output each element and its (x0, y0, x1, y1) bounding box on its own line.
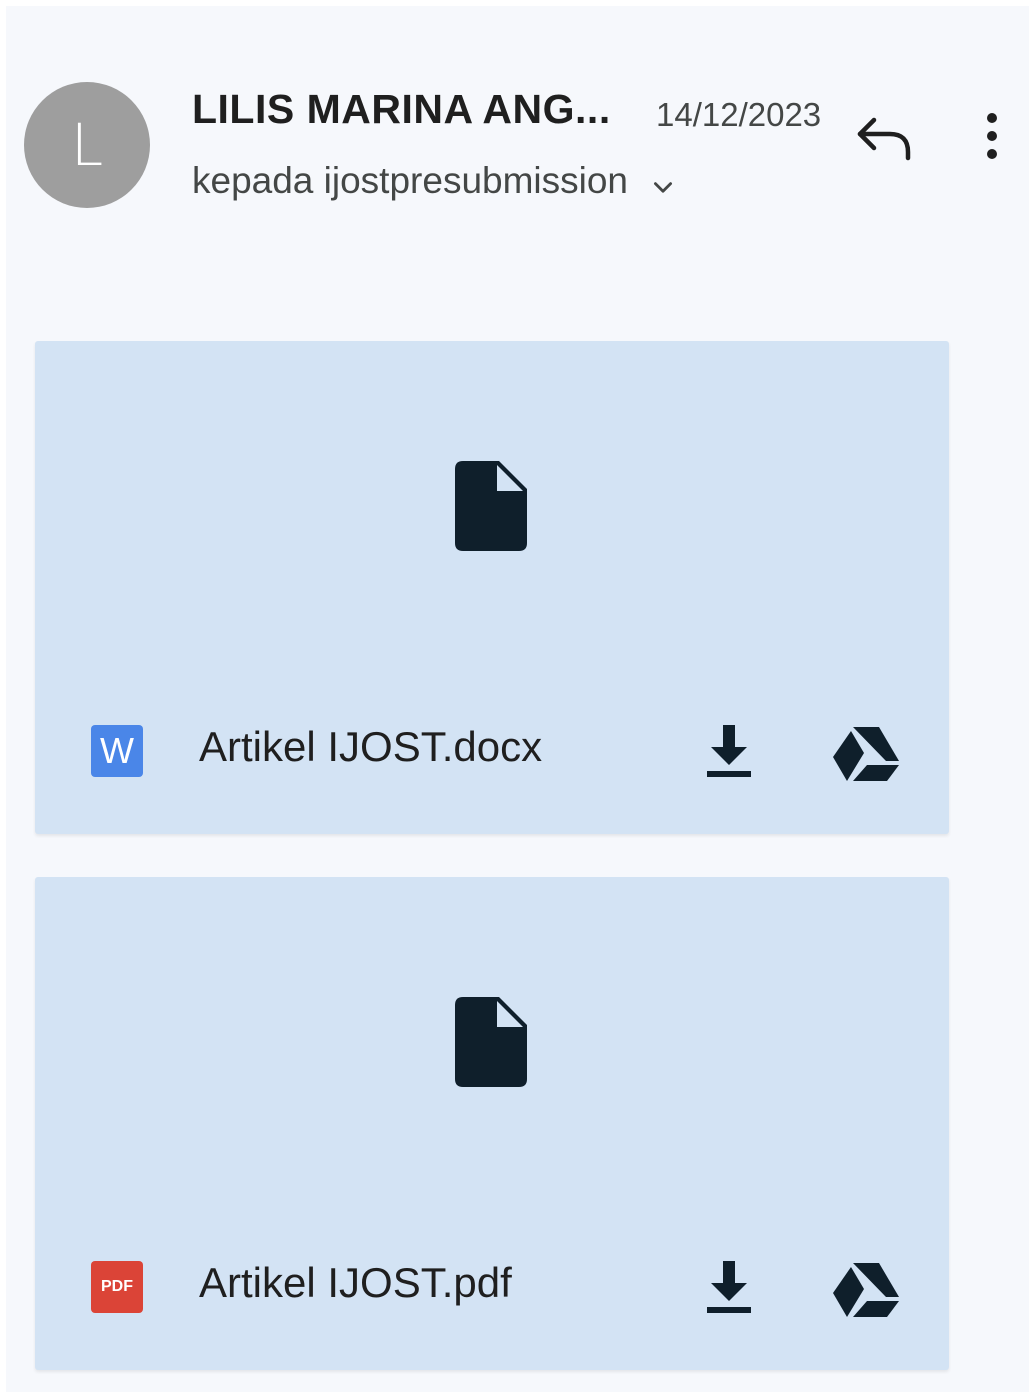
sender-name[interactable]: LILIS MARINA ANG... (192, 86, 611, 133)
attachment-card-pdf[interactable]: PDF Artikel IJOST.pdf (35, 877, 949, 1370)
sender-avatar[interactable]: L (24, 82, 150, 208)
download-icon (707, 725, 751, 777)
download-icon (707, 1261, 751, 1313)
attachment-filename: Artikel IJOST.pdf (199, 1259, 512, 1306)
pdf-icon: PDF (91, 1261, 143, 1313)
download-button[interactable] (701, 721, 757, 781)
message-date: 14/12/2023 (656, 96, 822, 133)
save-to-drive-button[interactable] (831, 723, 901, 783)
chevron-down-icon[interactable] (650, 168, 676, 194)
attachment-filename: Artikel IJOST.docx (199, 723, 543, 770)
word-icon: W (91, 725, 143, 777)
message-header: L LILIS MARINA ANG... 14/12/2023 kepada … (6, 6, 1029, 266)
recipient-details-toggle[interactable]: kepada ijostpresubmission (192, 160, 676, 202)
reply-button[interactable] (852, 110, 912, 166)
recipient-text: kepada ijostpresubmission (192, 160, 629, 201)
google-drive-icon (833, 1263, 899, 1317)
download-button[interactable] (701, 1257, 757, 1317)
attachment-card-docx[interactable]: W Artikel IJOST.docx (35, 341, 949, 834)
email-message-view: L LILIS MARINA ANG... 14/12/2023 kepada … (6, 6, 1029, 1392)
file-icon (455, 461, 527, 551)
file-icon (455, 997, 527, 1087)
save-to-drive-button[interactable] (831, 1259, 901, 1319)
reply-icon (857, 117, 911, 161)
google-drive-icon (833, 727, 899, 781)
more-vert-icon (987, 113, 997, 159)
more-options-button[interactable] (972, 106, 1012, 166)
